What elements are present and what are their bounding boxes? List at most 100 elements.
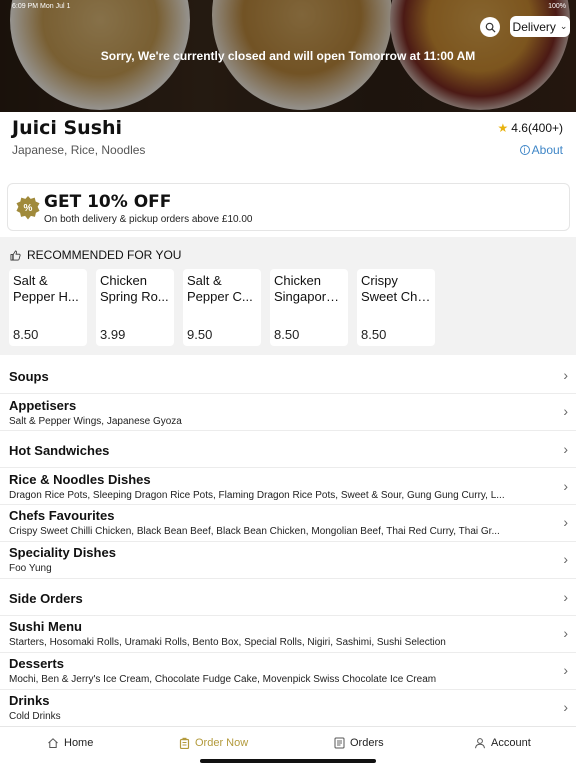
delivery-mode-dropdown[interactable]: Delivery ⌄ — [510, 16, 570, 37]
chevron-right-icon: › — [563, 478, 568, 494]
recommended-item-price: 8.50 — [361, 327, 387, 342]
menu-category-row[interactable]: Sushi Menu Starters, Hosomaki Rolls, Ura… — [0, 616, 576, 653]
receipt-icon — [334, 737, 345, 749]
recommended-item-card[interactable]: Chicken Spring Ro... 3.99 — [96, 269, 174, 346]
discount-badge-icon: % — [16, 196, 40, 220]
recommended-item-name: Chicken Singapore... — [274, 273, 344, 307]
recommended-item-name-line: Spring Ro... — [100, 289, 169, 304]
category-subtitle: Dragon Rice Pots, Sleeping Dragon Rice P… — [9, 490, 505, 501]
chevron-right-icon: › — [563, 367, 568, 383]
home-icon — [48, 738, 58, 748]
about-link[interactable]: i About — [519, 143, 563, 157]
recommended-title: RECOMMENDED FOR YOU — [27, 248, 182, 262]
recommended-item-name-line: Salt & — [187, 273, 222, 288]
recommended-item-price: 3.99 — [100, 327, 126, 342]
recommended-item-name-line: Salt & — [13, 273, 48, 288]
category-title: Side Orders — [9, 591, 83, 606]
menu-category-row[interactable]: Hot Sandwiches › — [0, 431, 576, 468]
closed-message: Sorry, We're currently closed and will o… — [100, 49, 476, 63]
menu-category-row[interactable]: Side Orders › — [0, 579, 576, 616]
recommended-item-name-line: Sweet Chi... — [361, 289, 431, 304]
category-title: Appetisers — [9, 398, 77, 413]
recommended-item-price: 9.50 — [187, 327, 213, 342]
home-indicator[interactable] — [200, 759, 376, 763]
category-title: Sushi Menu — [9, 619, 82, 634]
recommended-list: Salt & Pepper H... 8.50 Chicken Spring R… — [9, 269, 435, 346]
recommended-item-name: Salt & Pepper C... — [187, 273, 257, 307]
category-subtitle: Starters, Hosomaki Rolls, Uramaki Rolls,… — [9, 637, 446, 648]
category-subtitle: Cold Drinks — [9, 711, 61, 722]
category-title: Drinks — [9, 693, 50, 708]
recommended-item-name-line: Pepper C... — [187, 289, 253, 304]
nav-order-now[interactable]: Order Now — [179, 737, 248, 749]
about-label: About — [531, 143, 563, 157]
nav-order-now-label: Order Now — [195, 737, 249, 749]
search-button[interactable] — [480, 17, 500, 37]
recommended-item-name-line: Crispy — [361, 273, 398, 288]
menu-category-row[interactable]: Chefs Favourites Crispy Sweet Chilli Chi… — [0, 505, 576, 542]
menu-category-row[interactable]: Speciality Dishes Foo Yung › — [0, 542, 576, 579]
user-icon — [475, 738, 485, 749]
store-rating: ★ 4.6(400+) — [498, 121, 563, 135]
category-title: Rice & Noodles Dishes — [9, 472, 151, 487]
app-root: 6:09 PM Mon Jul 1 100% Sorry, We're curr… — [0, 0, 576, 768]
recommended-section: RECOMMENDED FOR YOU Salt & Pepper H... 8… — [0, 237, 576, 355]
offer-title: GET 10% OFF — [44, 192, 172, 212]
recommended-item-name: Chicken Spring Ro... — [100, 273, 170, 307]
recommended-item-name: Salt & Pepper H... — [13, 273, 83, 307]
status-bar-battery: 100% — [548, 3, 566, 10]
category-title: Desserts — [9, 656, 64, 671]
chevron-right-icon: › — [563, 589, 568, 605]
rating-value: 4.6(400+) — [511, 121, 563, 135]
star-icon: ★ — [497, 121, 509, 135]
offer-banner[interactable]: % GET 10% OFF On both delivery & pickup … — [7, 183, 570, 231]
category-subtitle: Salt & Pepper Wings, Japanese Gyoza — [9, 416, 182, 427]
chevron-right-icon: › — [563, 699, 568, 715]
category-title: Hot Sandwiches — [9, 443, 110, 458]
thumbs-up-icon — [10, 250, 21, 260]
chevron-right-icon: › — [563, 625, 568, 641]
recommended-item-name-line: Singapore... — [274, 289, 344, 304]
search-icon — [485, 22, 496, 33]
recommended-item-price: 8.50 — [274, 327, 300, 342]
category-title: Chefs Favourites — [9, 508, 115, 523]
menu-category-row[interactable]: Rice & Noodles Dishes Dragon Rice Pots, … — [0, 468, 576, 505]
order-bag-icon — [179, 737, 190, 749]
category-title: Soups — [9, 369, 49, 384]
recommended-item-name: Crispy Sweet Chi... — [361, 273, 431, 307]
recommended-item-name-line: Chicken — [100, 273, 147, 288]
store-name: Juici Sushi — [12, 117, 123, 139]
category-subtitle: Crispy Sweet Chilli Chicken, Black Bean … — [9, 526, 500, 537]
category-subtitle: Mochi, Ben & Jerry's Ice Cream, Chocolat… — [9, 674, 437, 685]
offer-subtitle: On both delivery & pickup orders above £… — [44, 214, 253, 225]
recommended-item-card[interactable]: Chicken Singapore... 8.50 — [270, 269, 348, 346]
recommended-header: RECOMMENDED FOR YOU — [10, 248, 181, 262]
info-icon: i — [519, 145, 530, 155]
recommended-item-card[interactable]: Salt & Pepper H... 8.50 — [9, 269, 87, 346]
menu-category-row[interactable]: Desserts Mochi, Ben & Jerry's Ice Cream,… — [0, 653, 576, 690]
nav-home-label: Home — [64, 737, 94, 749]
menu-category-list: Soups › Appetisers Salt & Pepper Wings, … — [0, 358, 576, 722]
recommended-item-card[interactable]: Salt & Pepper C... 9.50 — [183, 269, 261, 346]
recommended-item-name-line: Chicken — [274, 273, 321, 288]
nav-orders-label: Orders — [350, 737, 384, 749]
chevron-right-icon: › — [563, 662, 568, 678]
chevron-right-icon: › — [563, 441, 568, 457]
recommended-item-price: 8.50 — [13, 327, 39, 342]
chevron-right-icon: › — [563, 551, 568, 567]
status-bar-time: 6:09 PM Mon Jul 1 — [12, 3, 71, 10]
nav-orders[interactable]: Orders — [334, 737, 384, 749]
chevron-right-icon: › — [563, 514, 568, 530]
category-subtitle: Foo Yung — [9, 563, 52, 574]
menu-category-row[interactable]: Soups › — [0, 358, 576, 394]
nav-home[interactable]: Home — [47, 737, 93, 749]
recommended-item-name-line: Pepper H... — [13, 289, 79, 304]
hero-banner: 6:09 PM Mon Jul 1 100% Sorry, We're curr… — [0, 0, 576, 112]
nav-account-label: Account — [491, 737, 531, 749]
menu-category-row[interactable]: Appetisers Salt & Pepper Wings, Japanese… — [0, 394, 576, 431]
chevron-right-icon: › — [563, 403, 568, 419]
delivery-mode-label: Delivery — [512, 19, 556, 34]
nav-account[interactable]: Account — [474, 737, 531, 749]
menu-category-row[interactable]: Drinks Cold Drinks › — [0, 690, 576, 722]
recommended-item-card[interactable]: Crispy Sweet Chi... 8.50 — [357, 269, 435, 346]
